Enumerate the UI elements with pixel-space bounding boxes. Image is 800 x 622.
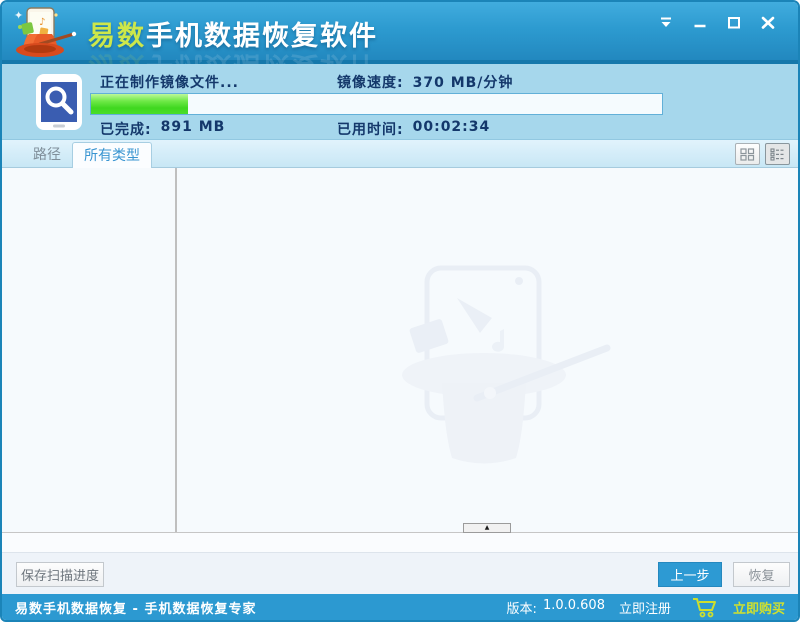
collapse-arrow-icon: ▲ [485, 525, 490, 531]
svg-text:✦: ✦ [14, 9, 23, 22]
register-now-link[interactable]: 立即注册 [619, 598, 671, 617]
imaging-progress-panel: 正在制作镜像文件... 镜像速度: 370 MB/分钟 已完成: 891 MB … [2, 64, 798, 140]
title-bar: ✦ ♪ 易数手机数据恢复软件 易数手机数据恢复软件 [2, 2, 798, 60]
version-info: 版本: 1.0.0.608 [507, 598, 605, 617]
app-title-rest: 手机数据恢复软件 [146, 21, 378, 52]
version-value: 1.0.0.608 [543, 598, 605, 617]
menu-arrow-icon[interactable] [656, 15, 676, 30]
tab-all-types[interactable]: 所有类型 [72, 142, 152, 168]
app-logo-magic-hat-icon: ✦ ♪ [10, 3, 82, 64]
statusbar-right-group: 版本: 1.0.0.608 立即注册 立即购买 [507, 597, 785, 618]
tab-bar: 路径 所有类型 [2, 140, 798, 168]
progress-bar-track [90, 93, 663, 115]
app-window: ✦ ♪ 易数手机数据恢复软件 易数手机数据恢复软件 [0, 0, 800, 622]
view-toggle-group [735, 143, 790, 165]
completed-value: 891 MB [161, 119, 226, 139]
horizontal-splitter[interactable]: ▲ [2, 532, 798, 552]
collapse-panel-button[interactable]: ▲ [463, 523, 511, 533]
progress-fill [91, 94, 188, 114]
action-button-panel: 保存扫描进度 上一步 恢复 [2, 552, 798, 594]
maximize-button[interactable] [724, 15, 744, 30]
save-scan-progress-button[interactable]: 保存扫描进度 [16, 562, 104, 587]
detail-list-view-icon [770, 148, 785, 161]
speed-label: 镜像速度: [337, 72, 404, 92]
window-controls [656, 15, 778, 30]
phone-scan-icon [35, 73, 83, 135]
completed-amount: 已完成: 891 MB [100, 119, 225, 139]
file-list-pane[interactable] [177, 168, 798, 532]
results-area [2, 168, 798, 532]
completed-label: 已完成: [100, 119, 152, 139]
grid-view-button[interactable] [735, 143, 760, 165]
magic-hat-watermark [372, 263, 642, 477]
app-title-brand: 易数 [88, 21, 146, 52]
elapsed-value: 00:02:34 [413, 119, 491, 139]
tab-path[interactable]: 路径 [22, 143, 72, 167]
close-button[interactable] [758, 15, 778, 30]
app-title: 易数手机数据恢复软件 [88, 14, 378, 53]
file-tree-pane[interactable] [2, 168, 175, 532]
version-label: 版本: [507, 598, 537, 617]
imaging-speed: 镜像速度: 370 MB/分钟 [337, 72, 513, 92]
imaging-status-text: 正在制作镜像文件... [100, 72, 239, 92]
svg-text:♪: ♪ [39, 17, 45, 28]
shopping-cart-icon[interactable] [691, 597, 719, 618]
minimize-button[interactable] [690, 15, 710, 30]
detail-list-view-button[interactable] [765, 143, 790, 165]
elapsed-label: 已用时间: [337, 119, 404, 139]
elapsed-time: 已用时间: 00:02:34 [337, 119, 490, 139]
recover-button[interactable]: 恢复 [733, 562, 790, 587]
previous-step-button[interactable]: 上一步 [658, 562, 722, 587]
grid-view-icon [740, 148, 755, 161]
buy-now-link[interactable]: 立即购买 [733, 598, 785, 617]
speed-value: 370 MB/分钟 [413, 72, 514, 92]
status-bar: 易数手机数据恢复 - 手机数据恢复专家 版本: 1.0.0.608 立即注册 立… [2, 594, 798, 620]
app-caption: 易数手机数据恢复 - 手机数据恢复专家 [15, 598, 256, 617]
